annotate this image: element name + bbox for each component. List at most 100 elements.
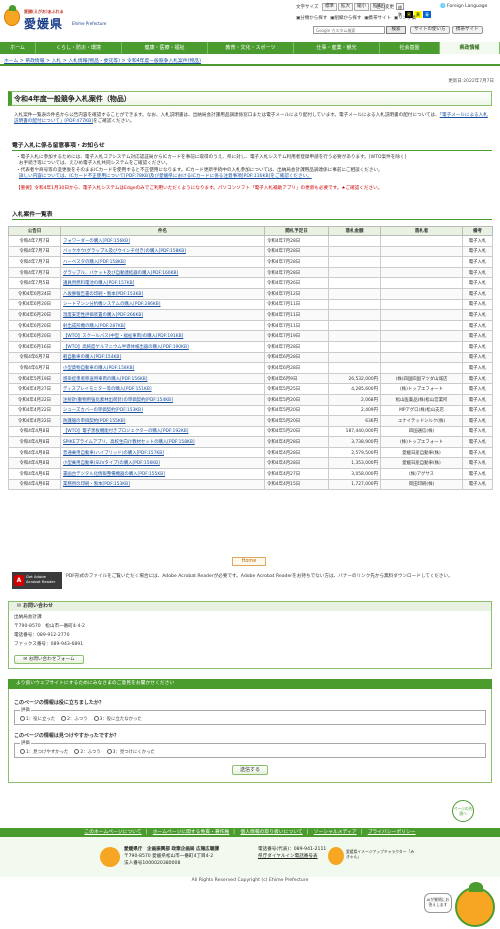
row-subject-link[interactable]: バックホウ(グラップル及びウインチ付き)の購入[PDF:158KB] <box>60 245 265 258</box>
survey-q2-options: 1：見つけやすかった 2：ふつう 3：見つけにくかった <box>20 749 155 755</box>
survey-submit-button[interactable]: 送信する <box>232 765 268 775</box>
footer-link-social[interactable]: ソーシャルメディア <box>314 830 357 835</box>
color-blue-button[interactable]: 青 <box>423 11 431 18</box>
row-subject-link[interactable]: 【WTO】高純度ゲルマニウム半導体検出器の購入[PDF:190KB] <box>60 340 265 353</box>
q2-option-hard[interactable]: 3：見つけにくかった <box>106 749 155 755</box>
nav-home[interactable]: ホーム <box>0 42 36 54</box>
row-subject-link[interactable]: SPIKEプライムアプリ、高校生向け教材セットの購入[PDF:158KB] <box>60 436 265 448</box>
site-logo[interactable]: 愛媛県 <box>24 15 63 32</box>
row-subject-link[interactable]: 【WTO】電子黒板機能付きプロジェクターの購入[PDF:192KB] <box>60 425 265 438</box>
intro-text: 入札案件一覧表の件名から公告内容を確認することができます。なお、入札説明書は、出… <box>14 113 488 125</box>
sitemap-button[interactable]: サイトの使い方 <box>410 26 450 34</box>
nav-infrastructure[interactable]: 社会基盤 <box>380 42 440 54</box>
row-opening-date: 令和4年5月25日 <box>264 383 329 395</box>
breadcrumb[interactable]: ホーム > 県政情報 > 入札 > 入札情報(物品・委託等) > 令和4年度一般… <box>4 57 201 64</box>
footer-dial-link[interactable]: 県庁ダイヤルイン電話番号表 <box>258 854 318 860</box>
ic-bullet-1: ・電子入札に参加するためには、電子入札コアシステム対応認証局からICカードを事前… <box>16 155 407 166</box>
row-subject-link[interactable]: シートマシン分析機システムの購入[PDF:286KB] <box>60 298 265 311</box>
row-subject-link[interactable]: 書画台デジタル化情報整備機器の購入[PDF:155KB] <box>60 468 265 480</box>
link-collection-link[interactable]: ▣リンク集 <box>394 16 416 21</box>
table-row: 令和4年4月6日 書画台デジタル化情報整備機器の購入[PDF:155KB] 令和4年… <box>8 468 493 480</box>
org-search-link[interactable]: ▣組織から探す <box>330 16 361 21</box>
row-remarks: 電子入札 <box>462 404 493 417</box>
row-subject-link[interactable]: ディスプレイモニター等の購入[PDF:151KB] <box>60 383 265 395</box>
font-small-button[interactable]: 縮小 <box>354 3 369 11</box>
row-remarks: 電子入札 <box>462 415 493 427</box>
ic-bullet-2: ・代表者や商号等の変更後をそのままICカードを使用すると不正使用になります。IC… <box>16 168 383 179</box>
row-subject-link[interactable]: 業務用の印刷・製本[PDF:153KB] <box>60 478 265 491</box>
site-header: 愛顔(えがお)あふれる 愛媛県 Ehime Prefecture 文字サイズ 標… <box>0 0 500 42</box>
mobile-button[interactable]: 携帯サイト <box>452 26 483 34</box>
row-notice-date: 令和4年6月20日 <box>8 309 61 321</box>
home-button[interactable]: Home <box>232 557 266 566</box>
row-winner: (株)トップエフォート <box>380 383 463 395</box>
row-subject-link[interactable]: 感染症患者移送用車両の購入[PDF:156KB] <box>60 372 265 385</box>
nav-education[interactable]: 教育・文化・スポーツ <box>208 42 294 54</box>
row-opening-date: 令和4年5月20日 <box>264 393 329 406</box>
row-notice-date: 令和4年4月22日 <box>8 404 61 417</box>
row-subject-link[interactable]: 小型貨物自動車の購入[PDF:158KB] <box>60 362 265 374</box>
mobile-site-link[interactable]: ▣携帯サイト <box>364 16 391 21</box>
row-notice-date: 令和4年4月8日 <box>8 457 61 470</box>
search-input[interactable] <box>313 26 385 34</box>
q2-option-easy[interactable]: 1：見つけやすかった <box>20 749 68 755</box>
row-subject-link[interactable]: 小型乗用自動車(SUVタイプ)の購入[PDF:156KB] <box>60 457 265 470</box>
row-remarks: 電子入札 <box>462 372 493 385</box>
utility-links: ▣分類から探す ▣組織から探す ▣携帯サイト ▣リンク集 <box>296 15 416 21</box>
nav-living[interactable]: くらし・防災・環境 <box>36 42 122 54</box>
font-large-button[interactable]: 拡大 <box>338 3 353 11</box>
row-subject-link[interactable]: 軽自動車の購入[PDF:154KB] <box>60 351 265 364</box>
row-subject-link[interactable]: シューズカバーの単価契約[PDF:153KB] <box>60 404 265 417</box>
footer-link-privacy-policy[interactable]: プライバシーポリシー <box>368 830 416 835</box>
footer-link-privacy-handling[interactable]: 個人情報の取り扱いについて <box>240 830 302 835</box>
inquiry-form-button[interactable]: ✉ お問い合わせフォーム <box>14 655 84 664</box>
mail-icon: ✉ <box>17 603 22 609</box>
inquiry-heading: ✉ お問い合わせ <box>9 602 491 611</box>
foreign-language-link[interactable]: 🌐 Foreign Language <box>440 4 487 9</box>
row-winner: 愛媛日産自動車(株) <box>380 457 463 470</box>
row-subject-link[interactable]: 議員用燃料電池の購入[PDF:157KB] <box>60 277 265 289</box>
row-notice-date: 令和4年6月20日 <box>8 330 61 342</box>
nav-work[interactable]: 仕事・産業・観光 <box>294 42 380 54</box>
row-remarks: 電子入札 <box>462 330 493 342</box>
row-subject-link[interactable]: 注射針(動物用強化素林出荷針)の単価契約[PDF:154KB] <box>60 393 265 406</box>
row-subject-link[interactable]: 普通乗用自動車(ハイブリッド)の購入[PDF:157KB] <box>60 446 265 459</box>
row-amount: 26,532,000円 <box>328 372 381 385</box>
nav-prefectural-info[interactable]: 県政情報 <box>440 42 500 54</box>
mascot-logo-icon[interactable] <box>4 5 20 26</box>
color-standard-button[interactable]: 標準 <box>396 3 404 17</box>
search-button[interactable]: 検索 <box>386 26 406 34</box>
footer-mascot-text: 愛媛県イメージアップキャラクター「みきゃん」 <box>346 849 415 859</box>
row-notice-date: 令和4年4月22日 <box>8 393 61 406</box>
ai-help-mascot-icon[interactable] <box>455 882 495 927</box>
q2-option-normal[interactable]: 2：ふつう <box>74 749 101 755</box>
q1-option-useful[interactable]: 1：役に立った <box>20 716 55 722</box>
ai-help-bubble[interactable]: AIが質問にお答えします <box>424 893 452 913</box>
footer-link-disclaimer[interactable]: ホームページに関する免責・著作権 <box>153 830 230 835</box>
page-top-button[interactable]: ページの先頭へ <box>452 800 474 822</box>
survey-q1-legend: 評価 <box>20 707 31 713</box>
row-subject-link[interactable]: グラップル、バケット及び自動連結器の購入[PDF:160KB] <box>60 266 265 279</box>
row-amount <box>328 298 381 311</box>
row-subject-link[interactable]: 防護服の単価契約[PDF:155KB] <box>60 415 265 427</box>
row-subject-link[interactable]: 【WTO】スクールバス(中型・福祉車両)の購入[PDF:191KB] <box>60 330 265 342</box>
nav-health[interactable]: 健康・医療・福祉 <box>122 42 208 54</box>
row-amount: 1,353,000円 <box>328 457 381 470</box>
row-remarks: 電子入札 <box>462 393 493 406</box>
row-subject-link[interactable]: フォワーダーの購入[PDF:156KB] <box>60 235 265 247</box>
font-standard-button[interactable]: 標準 <box>322 3 337 11</box>
q1-option-normal[interactable]: 2：ふつう <box>61 716 88 722</box>
acrobat-note: PDF形式のファイルをご覧いただく場合には、Adobe Acrobat Read… <box>66 574 453 579</box>
col-notice-date: 公告日 <box>8 226 61 236</box>
category-search-link[interactable]: ▣分類から探す <box>296 16 327 21</box>
row-subject-link[interactable]: 射出成形機の購入[PDF:287KB] <box>60 319 265 332</box>
row-subject-link[interactable]: 湿度安定性評価装置の購入[PDF:266KB] <box>60 309 265 321</box>
row-subject-link[interactable]: 八坂寮報告書の印刷・製本[PDF:153KB] <box>60 287 265 300</box>
row-subject-link[interactable]: ハーベスタの購入[PDF:158KB] <box>60 256 265 268</box>
row-opening-date: 令和4年7月11日 <box>264 319 329 332</box>
row-notice-date: 令和4年6月24日 <box>8 287 61 300</box>
footer-link-about[interactable]: このホームページについて <box>84 830 141 835</box>
ic-card-misuse-link[interactable]: 詳しい内容については、ICカード不正使用について[PDF:78KB]及び愛媛県に… <box>19 174 312 179</box>
table-row: 令和4年7月7日 バックホウ(グラップル及びウインチ付き)の購入[PDF:158K… <box>8 245 493 258</box>
q1-option-not-useful[interactable]: 3：役に立たなかった <box>93 716 142 722</box>
